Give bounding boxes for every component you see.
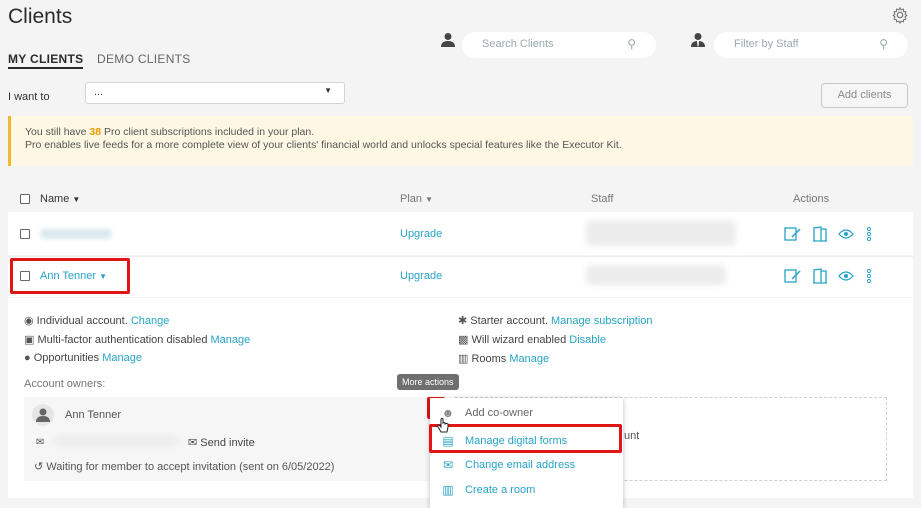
menu-item-label: Change email address (465, 459, 576, 471)
manage-subscription-link[interactable]: Manage subscription (551, 315, 653, 327)
hand-cursor-icon (437, 418, 449, 433)
name-column-header[interactable]: Name ▼ (40, 193, 80, 205)
plan-header-label: Plan (400, 193, 423, 205)
client-name-redacted[interactable] (40, 229, 112, 239)
mfa-text: Multi-factor authentication disabled (37, 334, 208, 346)
tab-demo-clients[interactable]: DEMO CLIENTS (97, 52, 191, 66)
table-row (8, 212, 913, 255)
eye-icon[interactable] (838, 228, 854, 240)
staff-filter-placeholder: Filter by Staff (734, 38, 799, 50)
staff-filter-input[interactable]: Filter by Staff ⚲ (714, 32, 908, 58)
lightbulb-icon: ● (24, 352, 31, 364)
banner-text: You still have (25, 126, 90, 138)
menu-item-change-email[interactable]: ✉ Change email address (430, 453, 623, 478)
table-row (8, 256, 913, 297)
caret-down-icon: ▼ (425, 195, 434, 204)
actions-column-header: Actions (793, 193, 830, 205)
upgrade-link[interactable]: Upgrade (400, 270, 442, 282)
opportunities-line: ● Opportunities Manage (24, 352, 142, 364)
add-clients-button[interactable]: Add clients (821, 83, 908, 108)
caret-down-icon: ▼ (324, 86, 332, 95)
starter-account-line: ✱ Starter account. Manage subscription (458, 314, 653, 327)
rooms-text: Rooms (471, 353, 507, 365)
starter-text: Starter account. (470, 315, 548, 327)
menu-item-create-room[interactable]: ▥ Create a room (430, 478, 623, 503)
menu-item-label: Add co-owner (465, 407, 533, 419)
staff-redacted (586, 265, 726, 285)
waiting-status: ↺ Waiting for member to accept invitatio… (34, 460, 334, 473)
row-checkbox[interactable] (20, 229, 30, 239)
invite-icon: ✉ (188, 437, 198, 449)
manage-opportunities-link[interactable]: Manage (102, 352, 142, 364)
lock-icon: ▣ (24, 334, 35, 346)
staff-redacted (586, 220, 736, 246)
more-actions-tooltip: More actions (397, 374, 459, 390)
add-owner-text: unt (624, 430, 640, 442)
staff-column-header: Staff (591, 193, 614, 205)
search-icon: ⚲ (627, 37, 636, 51)
send-invite-link[interactable]: ✉ Send invite (188, 436, 255, 449)
room-icon[interactable] (812, 268, 828, 284)
upgrade-link[interactable]: Upgrade (400, 228, 442, 240)
gear-icon[interactable] (891, 6, 909, 24)
waiting-text: Waiting for member to accept invitation … (46, 461, 335, 473)
rooms-line: ▥ Rooms Manage (458, 352, 549, 365)
highlight-box (10, 258, 130, 294)
user-circle-icon: ◉ (24, 315, 34, 327)
room-icon: ▥ (458, 353, 469, 365)
search-icon: ⚲ (879, 37, 888, 51)
page-title: Clients (8, 5, 73, 28)
i-want-to-label: I want to (8, 91, 50, 103)
account-owners-label: Account owners: (24, 378, 106, 390)
subscription-count: 38 (89, 126, 102, 138)
wizard-text: Will wizard enabled (471, 334, 567, 346)
tab-my-clients[interactable]: MY CLIENTS (8, 52, 84, 69)
more-actions-icon[interactable] (866, 226, 872, 242)
edit-document-icon[interactable] (784, 268, 802, 284)
owner-email-redacted (54, 436, 178, 446)
owner-name: Ann Tenner (65, 409, 122, 421)
change-account-link[interactable]: Change (131, 315, 170, 327)
disable-wizard-link[interactable]: Disable (569, 334, 606, 346)
medal-icon: ✱ (458, 315, 468, 327)
wizard-icon: ▩ (458, 334, 469, 346)
envelope-icon: ✉ (36, 437, 45, 448)
edit-document-icon[interactable] (784, 226, 802, 242)
manage-rooms-link[interactable]: Manage (509, 353, 549, 365)
sort-caret-icon: ▼ (72, 195, 81, 204)
menu-item-label: Create a room (465, 484, 536, 496)
avatar (32, 404, 54, 426)
eye-icon[interactable] (838, 270, 854, 282)
subscription-banner: You still have 38 Pro client subscriptio… (8, 116, 913, 166)
search-placeholder: Search Clients (482, 38, 554, 50)
room-icon: ▥ (442, 483, 454, 497)
search-input[interactable]: Search Clients ⚲ (462, 32, 656, 58)
name-header-label: Name (40, 193, 70, 205)
mfa-line: ▣ Multi-factor authentication disabled M… (24, 333, 250, 346)
room-icon[interactable] (812, 226, 828, 242)
menu-item-add-co-owner[interactable]: ☻ Add co-owner (430, 401, 623, 426)
envelope-icon: ✉ (442, 458, 454, 472)
more-actions-menu: ☻ Add co-owner ▤ Manage digital forms ✉ … (430, 398, 623, 508)
plan-column-header[interactable]: Plan ▼ (400, 193, 433, 205)
send-invite-label: Send invite (200, 437, 255, 449)
individual-account-line: ◉ Individual account. Change (24, 314, 169, 327)
opportunities-text: Opportunities (33, 352, 100, 364)
banner-text-end: Pro client subscriptions included in you… (101, 126, 315, 138)
select-value: ... (94, 86, 104, 98)
more-actions-icon[interactable] (866, 268, 872, 284)
staff-icon (691, 33, 705, 47)
history-icon: ↺ (34, 461, 44, 473)
manage-mfa-link[interactable]: Manage (211, 334, 251, 346)
i-want-to-select[interactable]: ... ▼ (85, 82, 345, 104)
select-all-checkbox[interactable] (20, 194, 30, 204)
banner-line2: Pro enables live feeds for a more comple… (25, 139, 622, 151)
person-icon (441, 33, 455, 47)
individual-text: Individual account. (36, 315, 128, 327)
highlight-box (429, 424, 622, 453)
wizard-line: ▩ Will wizard enabled Disable (458, 333, 606, 346)
